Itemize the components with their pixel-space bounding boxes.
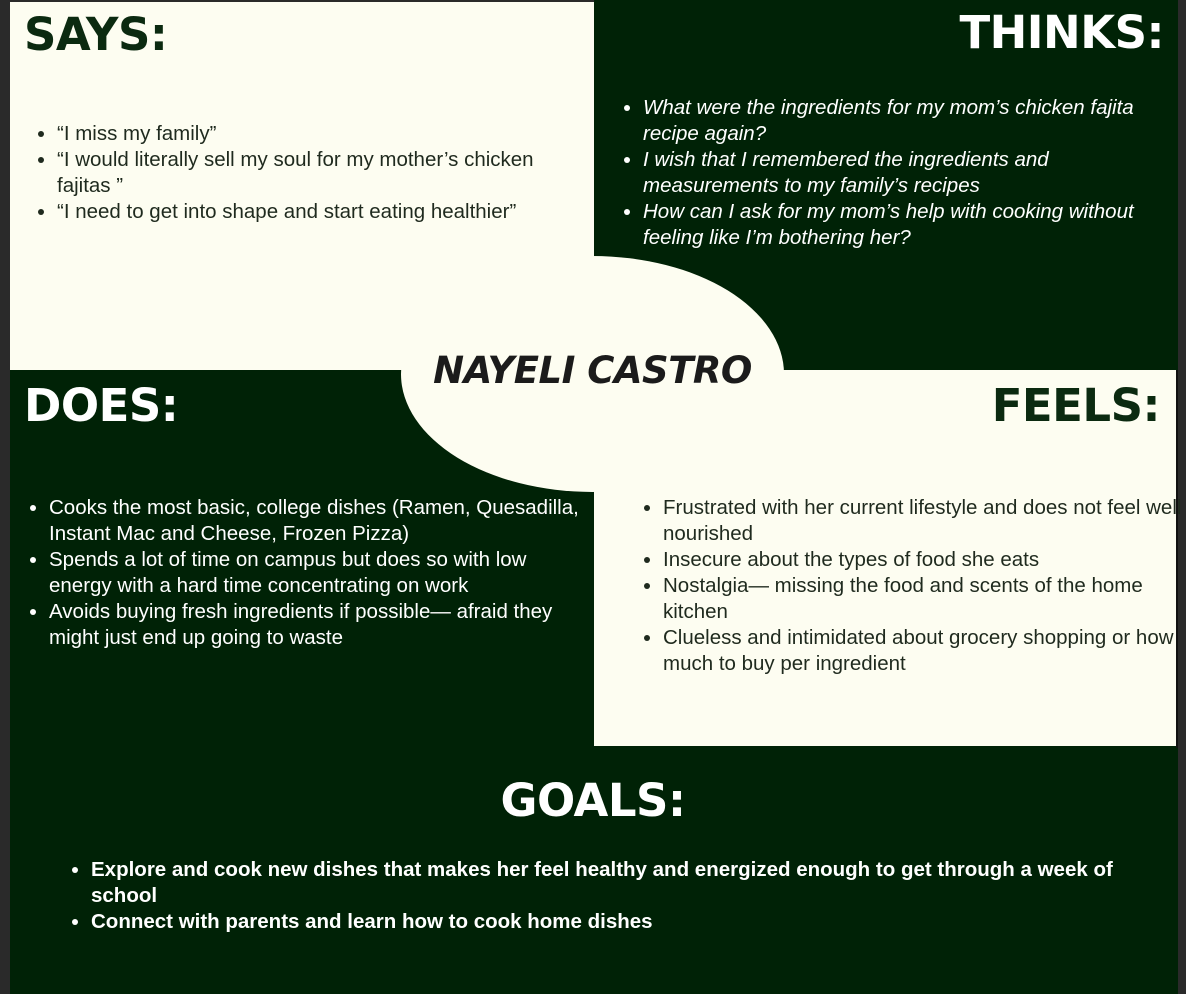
- says-item: “I would literally sell my soul for my m…: [57, 147, 557, 199]
- feels-item: Nostalgia— missing the food and scents o…: [663, 573, 1186, 625]
- feels-item: Frustrated with her current lifestyle an…: [663, 495, 1186, 547]
- does-item: Avoids buying fresh ingredients if possi…: [49, 599, 594, 651]
- says-item: “I need to get into shape and start eati…: [57, 199, 557, 225]
- says-list: “I miss my family” “I would literally se…: [32, 121, 557, 225]
- goals-list: Explore and cook new dishes that makes h…: [66, 857, 1171, 935]
- feels-item: Insecure about the types of food she eat…: [663, 547, 1186, 573]
- thinks-item: I wish that I remembered the ingredients…: [643, 147, 1186, 199]
- does-item: Cooks the most basic, college dishes (Ra…: [49, 495, 594, 547]
- does-heading: DOES:: [24, 379, 179, 432]
- says-heading: SAYS:: [24, 8, 168, 61]
- thinks-item: What were the ingredients for my mom’s c…: [643, 95, 1186, 147]
- goals-item: Connect with parents and learn how to co…: [91, 909, 1171, 935]
- says-item: “I miss my family”: [57, 121, 557, 147]
- does-item: Spends a lot of time on campus but does …: [49, 547, 594, 599]
- empathy-map: SAYS: THINKS: DOES: FEELS: GOALS: NAYELI…: [0, 0, 1186, 994]
- thinks-list: What were the ingredients for my mom’s c…: [618, 95, 1186, 251]
- thinks-item: How can I ask for my mom’s help with coo…: [643, 199, 1186, 251]
- feels-list: Frustrated with her current lifestyle an…: [638, 495, 1186, 677]
- persona-name: NAYELI CASTRO: [433, 349, 752, 392]
- feels-heading: FEELS:: [991, 379, 1161, 432]
- goals-heading: GOALS:: [500, 774, 686, 827]
- feels-item: Clueless and intimidated about grocery s…: [663, 625, 1186, 677]
- thinks-heading: THINKS:: [959, 6, 1164, 59]
- does-list: Cooks the most basic, college dishes (Ra…: [24, 495, 594, 651]
- goals-item: Explore and cook new dishes that makes h…: [91, 857, 1171, 909]
